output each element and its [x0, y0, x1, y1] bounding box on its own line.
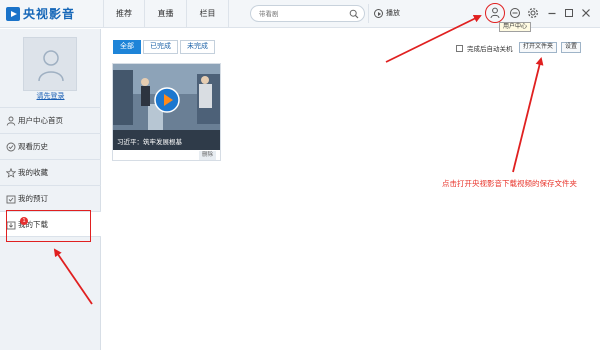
sidebar-item-label: 我的收藏 — [18, 168, 48, 177]
gear-icon[interactable] — [527, 7, 539, 19]
filter-completed[interactable]: 已完成 — [143, 40, 178, 54]
history-icon — [6, 142, 16, 152]
play-button[interactable]: 播放 — [372, 5, 400, 22]
play-label: 播放 — [386, 10, 400, 17]
sidebar-item-label: 观看历史 — [18, 142, 48, 151]
logo-text: 央视影音 — [23, 7, 76, 21]
close-icon[interactable] — [580, 7, 592, 19]
filter-incomplete[interactable]: 未完成 — [180, 40, 215, 54]
sidebar-item-favorites[interactable]: 我的收藏 — [0, 159, 101, 185]
open-folder-button[interactable]: 打开文件夹 — [519, 42, 558, 53]
maximize-icon[interactable] — [563, 7, 575, 19]
logo-icon — [6, 6, 20, 21]
search-box[interactable] — [250, 5, 365, 22]
user-center-button[interactable] — [485, 3, 505, 23]
sidebar-item-user-home[interactable]: 用户中心首页 — [0, 107, 101, 133]
avatar[interactable] — [23, 37, 77, 91]
sidebar-item-label: 我的预订 — [18, 194, 48, 203]
star-icon — [6, 168, 16, 178]
user-icon — [490, 7, 500, 19]
minimize-icon[interactable] — [546, 7, 558, 19]
sidebar-item-reservations[interactable]: 我的预订 — [0, 185, 101, 211]
search-input[interactable] — [259, 8, 347, 20]
avatar-placeholder-icon — [38, 50, 64, 82]
arrow-to-open-folder — [512, 57, 544, 173]
auto-shutdown-option[interactable]: 完成后自动关机 — [456, 43, 513, 53]
delete-button[interactable]: 删除 — [198, 151, 216, 160]
instruction-text: 点击打开央视影音下载视频的保存文件夹 — [442, 179, 577, 188]
app-logo[interactable]: 央视影音 — [6, 5, 75, 22]
tab-columns[interactable]: 栏目 — [187, 0, 229, 28]
tab-live[interactable]: 直播 — [145, 0, 187, 28]
settings-button[interactable]: 设置 — [561, 42, 582, 53]
calendar-icon — [6, 195, 16, 204]
play-overlay-icon[interactable] — [153, 86, 181, 114]
auto-shutdown-checkbox[interactable] — [456, 44, 463, 52]
tab-recommend[interactable]: 推荐 — [103, 0, 145, 28]
search-icon[interactable] — [349, 9, 359, 19]
message-icon[interactable] — [509, 7, 521, 19]
download-video-card[interactable]: 习近平：筑牢发展根基 删除 — [112, 63, 221, 161]
login-link[interactable]: 请先登录 — [0, 91, 101, 101]
video-title: 习近平：筑牢发展根基 — [117, 139, 182, 146]
user-icon — [6, 116, 16, 126]
auto-shutdown-label: 完成后自动关机 — [467, 46, 513, 53]
filter-all[interactable]: 全部 — [113, 40, 141, 54]
sidebar-item-label: 用户中心首页 — [18, 116, 63, 125]
toolbar-divider — [368, 4, 369, 23]
user-center-tooltip: 用户中心 — [499, 22, 532, 32]
play-icon — [374, 9, 383, 18]
sidebar: 请先登录 用户中心首页 观看历史 我的收藏 我的预订 1 我的下载 — [0, 29, 101, 350]
download-filter-tabs: 全部 已完成 未完成 — [113, 40, 217, 54]
sidebar-item-history[interactable]: 观看历史 — [0, 133, 101, 159]
downloads-highlight-box — [6, 210, 91, 242]
video-thumbnail[interactable]: 习近平：筑牢发展根基 — [113, 64, 220, 150]
